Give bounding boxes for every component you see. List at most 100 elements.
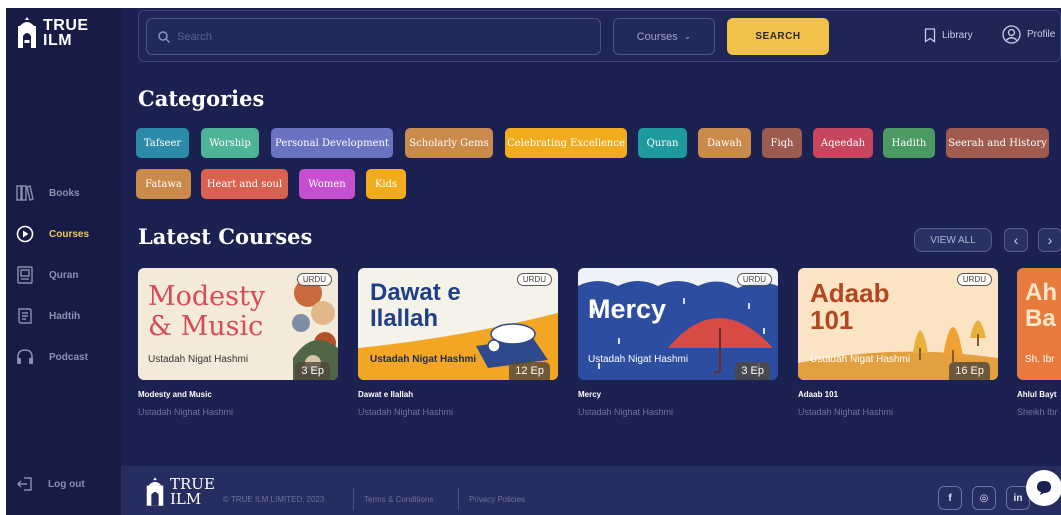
chip-label: Hadith [891,137,927,149]
cover-author: Ustadah Nigat Hashmi [148,354,249,365]
chip-heart-and-soul[interactable]: Heart and soul [201,169,288,199]
chevron-left-icon: ‹ [1013,232,1019,248]
chevron-down-icon: ⌄ [683,31,692,41]
chip-celebrating-excellence[interactable]: Celebrating Excellence [505,128,627,158]
chip-worship[interactable]: Worship [201,128,259,158]
sidebar: TRUE ILM Books Courses Quran Hadtih Podc… [6,8,121,515]
privacy-link[interactable]: Privacy Policies [469,495,525,504]
logo-mosque-icon [18,17,36,48]
cover-author: Ustadah Nigat Hashmi [810,354,911,365]
chip-quran[interactable]: Quran [638,128,687,158]
sidebar-item-podcast[interactable]: Podcast [6,341,121,373]
next-arrow-button[interactable]: › [1038,228,1061,252]
chip-fatawa[interactable]: Fatawa [136,169,191,199]
chip-label: Women [308,178,346,190]
quran-icon [17,266,33,284]
chip-label: Fatawa [145,178,182,190]
sidebar-item-books[interactable]: Books [6,177,121,209]
instagram-button[interactable]: ◎ [972,486,996,510]
profile-label: Profile [1027,29,1056,40]
chip-label: Tafseer [143,137,182,149]
facebook-icon: f [948,492,952,504]
sidebar-item-courses[interactable]: Courses [6,218,121,250]
logo[interactable]: TRUE ILM [15,16,89,50]
instagram-icon: ◎ [979,492,989,504]
course-author: Ustadah Nighat Hashmi [358,407,454,417]
footer-logo-line2: ILM [170,490,202,508]
chip-label: Fiqh [770,137,794,149]
terms-link[interactable]: Terms & Conditions [364,495,433,504]
chip-label: Seerah and History [948,137,1047,149]
chip-aqeedah[interactable]: Aqeedah [813,128,873,158]
chip-personal-development[interactable]: Personal Development [271,128,393,158]
course-title[interactable]: Ahlul Bayt [1017,390,1057,399]
cover-author: Sh. Ibr [1025,354,1055,365]
logout-button[interactable]: Log out [6,468,121,500]
course-author: Sheikh Ibr [1017,407,1058,417]
sidebar-item-label: Courses [49,228,90,240]
episode-count: 12 Ep [509,362,550,380]
chip-fiqh[interactable]: Fiqh [762,128,802,158]
linkedin-icon: in [1013,492,1023,504]
chip-label: Personal Development [275,137,389,149]
copyright-text: © TRUE ILM LIMITED, 2023 [223,495,325,504]
chip-label: Worship [209,137,251,149]
chip-dawah[interactable]: Dawah [698,128,751,158]
language-badge: URDU [516,273,552,286]
search-button[interactable]: SEARCH [727,18,829,55]
course-author: Ustadah Nighat Hashmi [578,407,674,417]
course-title[interactable]: Modesty and Music [138,390,212,399]
language-badge: URDU [956,273,992,286]
chevron-right-icon: › [1047,232,1053,248]
divider [353,488,354,510]
logout-icon [17,477,32,491]
facebook-button[interactable]: f [938,486,962,510]
chip-hadith[interactable]: Hadith [883,128,935,158]
divider [458,488,459,510]
chip-scholarly-gems[interactable]: Scholarly Gems [405,128,493,158]
prev-arrow-button[interactable]: ‹ [1004,228,1028,252]
chip-tafseer[interactable]: Tafseer [136,128,189,158]
cover-title: Dawat e Ilallah [370,279,461,332]
course-card-ahlul-bayt[interactable]: Ah Ba Sh. Ibr [1017,268,1061,380]
footer-logo[interactable]: TRUE ILM [144,473,215,511]
sidebar-item-quran[interactable]: Quran [6,259,121,291]
episode-count: 3 Ep [295,362,330,380]
cover-author: Ustadah Nigat Hashmi [588,354,689,365]
chip-label: Kids [374,178,398,190]
chip-label: Heart and soul [206,178,283,190]
sidebar-item-label: Quran [49,269,79,281]
cover-title: Modesty & Music [148,281,266,342]
chip-women[interactable]: Women [299,169,355,199]
logo-mosque-icon [146,477,164,506]
profile-icon [1002,25,1021,44]
category-select-value: Courses [636,30,678,43]
course-card-modesty[interactable]: Modesty & Music Ustadah Nigat Hashmi URD… [138,268,338,380]
sidebar-item-label: Books [49,187,80,199]
course-card-mercy[interactable]: Mercy Ustadah Nigat Hashmi URDU 3 Ep [578,268,778,380]
course-card-dawat[interactable]: Dawat e Ilallah Ustadah Nigat Hashmi URD… [358,268,558,380]
logo-text-line1: TRUE [43,17,89,34]
logo-text-line2: ILM [43,32,73,49]
view-all-button[interactable]: VIEW ALL [914,228,992,252]
library-link[interactable]: Library [924,28,973,43]
cover-title: Ah Ba [1025,279,1057,332]
chip-seerah-and-history[interactable]: Seerah and History [946,128,1049,158]
category-select[interactable]: Courses ⌄ [613,18,715,55]
chip-label: Celebrating Excellence [507,137,625,149]
profile-link[interactable]: Profile [1002,25,1055,44]
chat-button[interactable] [1026,470,1061,506]
course-title[interactable]: Dawat e Ilallah [358,390,413,399]
play-circle-icon [16,225,34,243]
chip-label: Scholarly Gems [409,137,489,149]
chip-label: Aqeedah [820,137,866,149]
course-card-adaab[interactable]: Adaab 101 Ustadah Nigat Hashmi URDU 16 E… [798,268,998,380]
chip-kids[interactable]: Kids [366,169,406,199]
course-author: Ustadah Nighat Hashmi [798,407,894,417]
sidebar-item-hadith[interactable]: Hadtih [6,300,121,332]
search-input[interactable] [177,30,597,43]
course-title[interactable]: Mercy [578,390,601,399]
cover-title: Mercy [588,294,667,324]
top-bar: Courses ⌄ SEARCH Library Profile [138,10,1061,62]
course-title[interactable]: Adaab 101 [798,390,838,399]
